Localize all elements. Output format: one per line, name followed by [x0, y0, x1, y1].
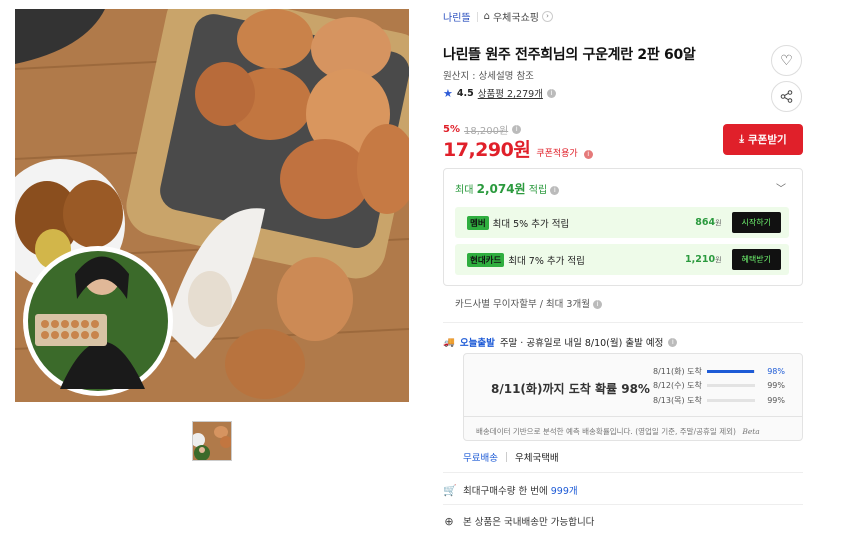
shipping-header: 🚚 오늘출발 주말 · 공휴일로 내일 8/10(월) 출발 예정 i [443, 335, 678, 349]
product-thumbnail[interactable] [192, 421, 232, 461]
member-badge: 멤버 [467, 215, 489, 230]
discount-percent: 5% [443, 124, 460, 135]
forecast-date: 8/11(화) 도착 [653, 367, 702, 376]
reward-row-amount: 1,210원 [685, 254, 722, 265]
reward-row-text: 최대 5% 추가 적립 [492, 218, 570, 230]
reward-head-prefix: 최대 [455, 185, 474, 196]
chevron-down-icon[interactable]: ﹀ [776, 180, 786, 195]
coupon-button-label: 쿠폰받기 [748, 134, 787, 146]
share-icon [780, 90, 793, 103]
reward-amount-value: 1,210 [685, 254, 716, 265]
coupon-download-button[interactable]: ⤓ 쿠폰받기 [723, 124, 803, 155]
delivery-forecast-row: 8/13(목) 도착 99% [653, 395, 785, 406]
breadcrumb-brand-link[interactable]: 나린뜰 [443, 9, 471, 24]
delivery-info: 무료배송 우체국택배 [463, 450, 559, 464]
forecast-percent: 98% [767, 367, 785, 376]
divider [505, 452, 507, 462]
forecast-date: 8/13(목) 도착 [653, 396, 702, 405]
max-quantity-info: 🛒 최대구매수량 한 번에 999개 [443, 483, 578, 498]
cart-icon: 🛒 [443, 483, 457, 497]
reward-row-amount: 864원 [695, 217, 721, 228]
divider [443, 472, 803, 473]
wishlist-button[interactable]: ♡ [771, 45, 802, 76]
info-icon[interactable]: i [592, 300, 602, 309]
forecast-bar [707, 370, 755, 373]
card-badge: 현대카드 [467, 252, 505, 267]
product-title: 나린뜰 원주 전주희님의 구운계란 2판 60알 [443, 47, 696, 63]
breadcrumb-store-label: 우체국쇼핑 [492, 13, 539, 24]
delivery-forecast-row: 8/12(수) 도착 99% [653, 380, 785, 391]
forecast-bar [707, 384, 755, 387]
forecast-date: 8/12(수) 도착 [653, 381, 702, 390]
forecast-percent: 99% [767, 396, 785, 405]
installment-text: 카드사별 무이자할부 / 최대 3개월 [455, 299, 590, 310]
globe-icon: ⊕ [444, 514, 454, 528]
max-qty-value: 999개 [550, 486, 578, 497]
info-icon[interactable]: i [668, 337, 678, 347]
reward-head-suffix: 적립 [528, 185, 548, 196]
reward-row-text: 최대 7% 추가 적립 [508, 255, 585, 267]
domestic-text: 본 상품은 국내배송만 가능합니다 [463, 517, 595, 528]
start-membership-button[interactable]: 시작하기 [731, 212, 781, 233]
download-icon: ⤓ [739, 133, 744, 145]
domestic-shipping-info: ⊕ 본 상품은 국내배송만 가능합니다 [443, 514, 595, 529]
max-qty-text: 최대구매수량 한 번에 [463, 486, 548, 497]
delivery-footnote: 배송데이터 기반으로 분석한 예측 배송확률입니다. (영업일 기준, 주말/공… [463, 416, 803, 441]
product-main-image [15, 9, 409, 402]
reward-amount-unit: 원 [715, 219, 722, 227]
info-icon[interactable]: i [583, 150, 593, 159]
reward-row-member: 멤버 최대 5% 추가 적립 864원 시작하기 [455, 207, 789, 238]
rating-score: 4.5 [456, 87, 474, 99]
divider [443, 504, 803, 505]
divider [443, 322, 803, 323]
info-icon[interactable]: i [550, 185, 560, 195]
shipping-schedule-text: 주말 · 공휴일로 내일 8/10(월) 출발 예정 [499, 338, 664, 349]
home-icon: ⌂ [483, 11, 490, 22]
sale-price: 17,290원 [443, 139, 531, 161]
forecast-bar [707, 399, 755, 402]
delivery-probability: 8/11(화)까지 도착 확률 98% [491, 382, 650, 396]
star-icon: ★ [443, 86, 453, 100]
chevron-right-icon: › [541, 11, 553, 22]
breadcrumb: 나린뜰 ⌂ 우체국쇼핑 › [443, 9, 553, 24]
product-rating: ★ 4.5 상품평 2,279개 i [443, 86, 556, 100]
heart-icon: ♡ [780, 52, 793, 69]
forecast-percent: 99% [767, 381, 785, 390]
reward-amount-value: 864 [695, 217, 716, 228]
reward-head-amount: 2,074원 [476, 182, 526, 196]
free-shipping-label: 무료배송 [463, 453, 498, 464]
review-count-link[interactable]: 상품평 2,279개 [478, 86, 543, 100]
beta-label: Beta [742, 427, 760, 436]
breadcrumb-store-link[interactable]: ⌂ 우체국쇼핑 › [484, 9, 553, 24]
get-benefit-button[interactable]: 혜택받기 [731, 249, 781, 270]
truck-icon: 🚚 [443, 336, 455, 348]
reward-summary[interactable]: 최대 2,074원 적립 i [455, 180, 560, 197]
delivery-forecast-row: 8/11(화) 도착 98% [653, 366, 785, 377]
reward-amount-unit: 원 [715, 256, 722, 264]
card-installment-info: 카드사별 무이자할부 / 최대 3개월 i [455, 296, 602, 310]
info-icon[interactable]: i [546, 88, 556, 98]
coupon-price-note: 쿠폰적용가 [536, 149, 578, 159]
info-icon[interactable]: i [512, 125, 522, 134]
carrier-label: 우체국택배 [514, 453, 559, 464]
product-origin: 원산지 : 상세설명 참조 [443, 71, 534, 82]
share-button[interactable] [771, 81, 802, 112]
sale-price-row: 17,290원 쿠폰적용가 i [443, 135, 593, 162]
today-shipping-label: 오늘출발 [459, 338, 495, 349]
footnote-text: 배송데이터 기반으로 분석한 예측 배송확률입니다. (영업일 기준, 주말/공… [476, 427, 736, 436]
breadcrumb-divider [476, 11, 478, 22]
reward-row-card: 현대카드 최대 7% 추가 적립 1,210원 혜택받기 [455, 244, 789, 275]
